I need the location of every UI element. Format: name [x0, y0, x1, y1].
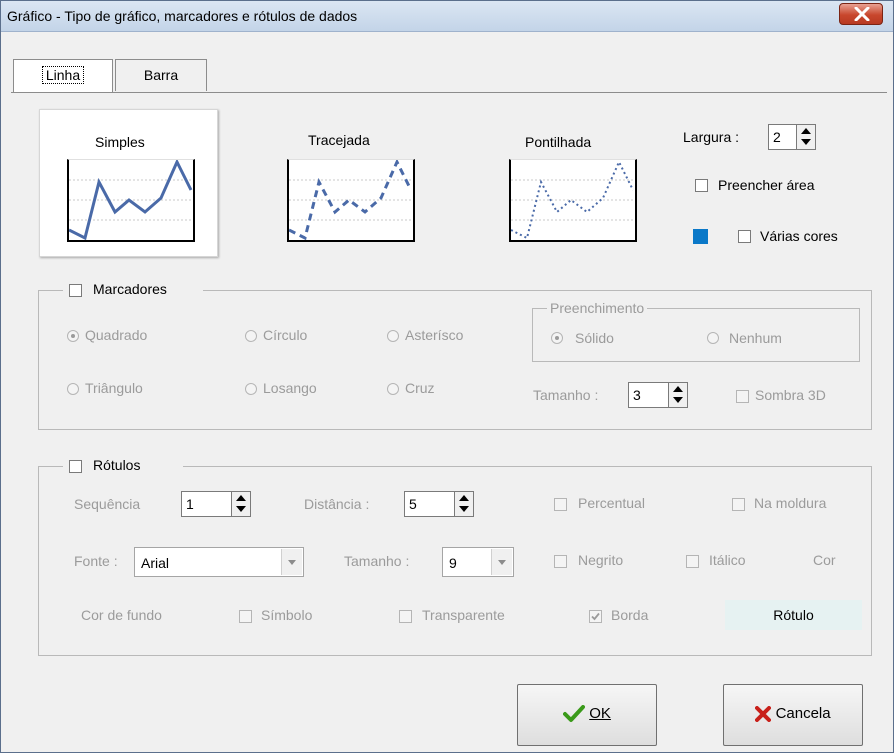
- marker-cross-radio[interactable]: [387, 383, 399, 395]
- line-style-dashed-label: Tracejada: [308, 132, 370, 148]
- distance-value: 5: [409, 496, 417, 512]
- label-size-value: 9: [449, 555, 457, 571]
- distance-label: Distância :: [304, 496, 370, 512]
- tab-barra[interactable]: Barra: [115, 59, 207, 91]
- font-value: Arial: [141, 555, 170, 571]
- multi-colors-checkbox[interactable]: [738, 230, 751, 243]
- border-checkbox[interactable]: [589, 610, 602, 623]
- width-value: 2: [773, 129, 781, 145]
- symbol-label: Símbolo: [261, 607, 313, 623]
- markers-label: Marcadores: [93, 281, 167, 297]
- marker-triangle-label: Triângulo: [85, 380, 143, 396]
- bold-checkbox[interactable]: [554, 555, 567, 568]
- transparent-label: Transparente: [422, 607, 505, 623]
- markers-checkbox[interactable]: [69, 284, 82, 297]
- fill-none-radio[interactable]: [707, 332, 719, 344]
- labels-header: Rótulos: [63, 455, 183, 477]
- x-icon: [854, 7, 870, 21]
- sequence-spinner[interactable]: 1: [181, 491, 251, 517]
- in-frame-checkbox[interactable]: [732, 498, 745, 511]
- tab-divider: [11, 92, 887, 93]
- width-label: Largura :: [683, 129, 740, 145]
- in-frame-label: Na moldura: [754, 495, 827, 511]
- labels-label: Rótulos: [93, 457, 141, 473]
- chart-dialog: Gráfico - Tipo de gráfico, marcadores e …: [0, 0, 894, 753]
- ok-button[interactable]: OK: [517, 684, 657, 746]
- spinner-arrows-icon[interactable]: [231, 492, 250, 516]
- fill-area-checkbox[interactable]: [695, 179, 708, 192]
- checkmark-icon: [591, 612, 600, 621]
- marker-size-label: Tamanho :: [533, 387, 599, 403]
- symbol-checkbox[interactable]: [239, 610, 252, 623]
- title-bar: Gráfico - Tipo de gráfico, marcadores e …: [1, 1, 893, 32]
- cancel-label: Cancela: [775, 705, 831, 722]
- tab-barra-label: Barra: [143, 67, 179, 83]
- width-spinner[interactable]: 2: [768, 124, 816, 150]
- marker-asterisk-radio[interactable]: [387, 330, 399, 342]
- shadow-3d-checkbox[interactable]: [736, 390, 749, 403]
- tab-linha-label: Linha: [41, 66, 85, 84]
- marker-triangle-radio[interactable]: [67, 383, 79, 395]
- spinner-arrows-icon[interactable]: [454, 492, 473, 516]
- fill-solid-label: Sólido: [575, 330, 614, 346]
- line-style-simple-label: Simples: [95, 134, 145, 150]
- chevron-down-icon[interactable]: [491, 549, 512, 575]
- marker-asterisk-label: Asterísco: [405, 327, 464, 343]
- markers-header: Marcadores: [63, 279, 203, 301]
- font-select[interactable]: Arial: [134, 547, 304, 577]
- labels-checkbox[interactable]: [69, 460, 82, 473]
- fill-group-label: Preenchimento: [547, 300, 648, 316]
- solid-line-preview-icon: [68, 158, 193, 241]
- font-label: Fonte :: [74, 553, 118, 569]
- label-size-select[interactable]: 9: [442, 547, 514, 577]
- line-style-dotted-preview[interactable]: [509, 159, 637, 242]
- marker-diamond-radio[interactable]: [245, 383, 257, 395]
- window-title: Gráfico - Tipo de gráfico, marcadores e …: [7, 8, 358, 24]
- label-preview-button[interactable]: Rótulo: [725, 600, 862, 630]
- checkmark-icon: [563, 705, 586, 723]
- distance-spinner[interactable]: 5: [404, 491, 474, 517]
- italic-checkbox[interactable]: [686, 555, 699, 568]
- fill-solid-radio[interactable]: [551, 332, 563, 344]
- marker-size-spinner[interactable]: 3: [628, 382, 688, 408]
- spinner-arrows-icon[interactable]: [796, 125, 815, 149]
- percent-checkbox[interactable]: [554, 498, 567, 511]
- italic-label: Itálico: [709, 552, 746, 568]
- tab-linha[interactable]: Linha: [13, 59, 113, 93]
- marker-diamond-label: Losango: [263, 380, 317, 396]
- percent-label: Percentual: [578, 495, 645, 511]
- x-icon: [755, 706, 772, 723]
- marker-circle-radio[interactable]: [245, 330, 257, 342]
- dashed-line-preview-icon: [288, 158, 413, 241]
- line-style-dotted-label: Pontilhada: [525, 134, 592, 150]
- bg-color-label[interactable]: Cor de fundo: [81, 607, 162, 623]
- marker-circle-label: Círculo: [263, 327, 308, 343]
- dotted-line-preview-icon: [510, 159, 635, 240]
- color-label[interactable]: Cor: [813, 552, 836, 568]
- line-style-simple-preview[interactable]: [67, 158, 195, 242]
- spinner-arrows-icon[interactable]: [668, 383, 687, 407]
- multi-colors-label: Várias cores: [760, 228, 838, 244]
- border-label: Borda: [611, 607, 649, 623]
- marker-size-value: 3: [633, 387, 641, 403]
- ok-label: OK: [589, 705, 611, 722]
- label-size-label: Tamanho :: [344, 553, 410, 569]
- line-color-swatch[interactable]: [693, 229, 708, 244]
- line-style-dashed-preview[interactable]: [287, 158, 415, 242]
- sequence-value: 1: [186, 496, 194, 512]
- cancel-button[interactable]: Cancela: [723, 684, 863, 746]
- transparent-checkbox[interactable]: [399, 610, 412, 623]
- shadow-3d-label: Sombra 3D: [755, 387, 826, 403]
- bold-label: Negrito: [578, 552, 624, 568]
- marker-square-label: Quadrado: [85, 327, 148, 343]
- marker-cross-label: Cruz: [405, 380, 435, 396]
- marker-square-radio[interactable]: [67, 330, 79, 342]
- chevron-down-icon[interactable]: [281, 549, 302, 575]
- fill-area-label: Preencher área: [718, 177, 815, 193]
- close-button[interactable]: [839, 3, 883, 25]
- fill-none-label: Nenhum: [729, 330, 782, 346]
- sequence-label: Sequência: [74, 496, 141, 512]
